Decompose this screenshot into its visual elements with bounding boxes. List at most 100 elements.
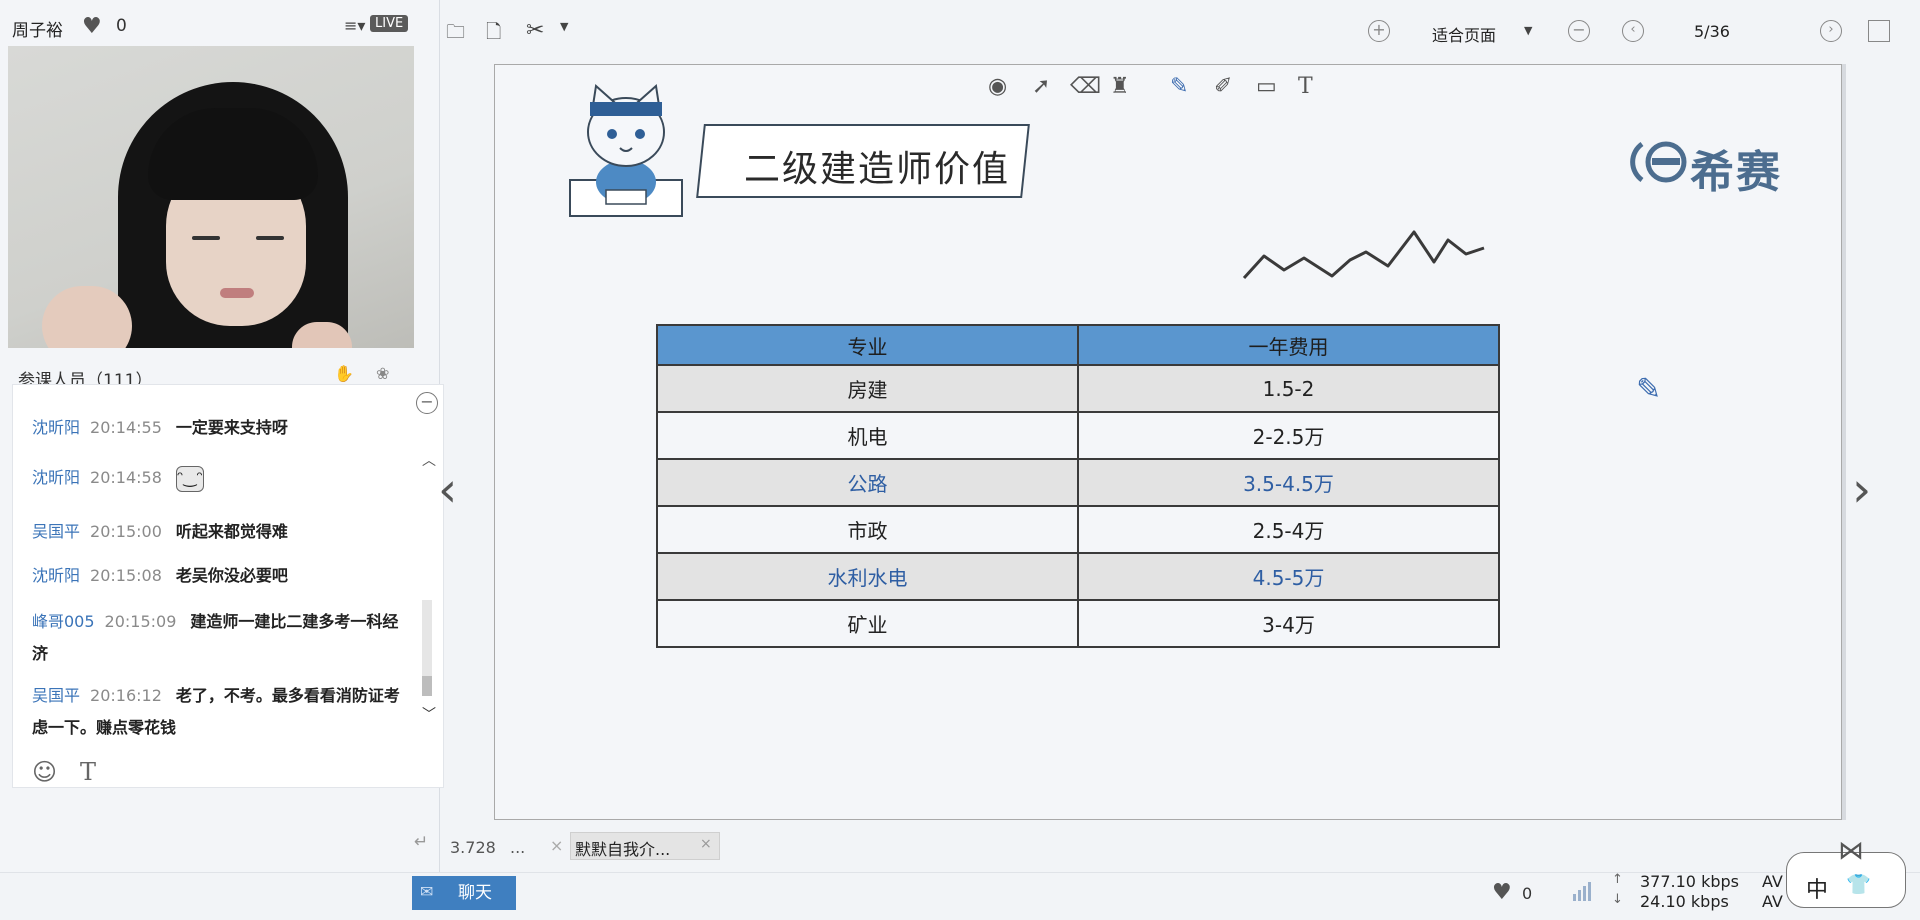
- av-label: AV: [1762, 872, 1783, 891]
- hand-raise-icon[interactable]: ✋: [334, 364, 354, 383]
- fee-table: 专业 一年费用 房建 1.5-2 机电 2-2.5万 公路 3.5-4.5万 市…: [656, 324, 1500, 648]
- fit-page-select[interactable]: 适合页面: [1432, 22, 1496, 46]
- file-icon[interactable]: 🗋: [486, 18, 501, 50]
- chat-message: 沈昕阳 20:14:58 ᵔ‿ᵔ: [32, 462, 412, 494]
- zoom-in-icon[interactable]: +: [1368, 20, 1390, 42]
- close-icon[interactable]: ×: [700, 836, 712, 852]
- pen-scribble: [1242, 230, 1485, 280]
- chat-user[interactable]: 峰哥005: [32, 612, 95, 631]
- smiley-icon[interactable]: ☺: [32, 758, 57, 786]
- chat-user[interactable]: 吴国平: [32, 522, 80, 541]
- chat-time: 20:15:00: [90, 522, 162, 541]
- scroll-up-icon[interactable]: ︿: [422, 450, 436, 470]
- chat-time: 20:14:55: [90, 418, 162, 437]
- chat-user[interactable]: 沈昕阳: [32, 468, 80, 487]
- table-cell: 矿业: [656, 599, 1079, 648]
- chat-time: 20:15:08: [90, 566, 162, 585]
- table-row: 房建 1.5-2: [656, 364, 1500, 413]
- chat-time: 20:16:12: [90, 686, 162, 705]
- status-bar: [0, 872, 1920, 920]
- chat-text: 听起来都觉得难: [175, 522, 288, 541]
- cat-mascot-logo: [569, 84, 683, 217]
- table-cell: 2-2.5万: [1077, 411, 1500, 460]
- zoom-out-icon[interactable]: −: [1568, 20, 1590, 42]
- host-name: 周子裕: [12, 21, 63, 41]
- table-cell: 2.5-4万: [1077, 505, 1500, 554]
- brand-name: 希赛: [1690, 147, 1782, 198]
- chat-message: 沈昕阳 20:14:55 一定要来支持呀: [32, 412, 412, 444]
- text-tool-icon[interactable]: T: [1298, 74, 1313, 99]
- table-cell: 水利水电: [656, 552, 1079, 601]
- av-label: AV: [1762, 892, 1783, 911]
- table-header-row: 专业 一年费用: [656, 324, 1500, 366]
- table-row: 公路 3.5-4.5万: [656, 458, 1500, 507]
- scroll-down-icon[interactable]: ﹀: [422, 704, 436, 724]
- chat-message: 吴国平 20:16:12 老了，不考。最多看看消防证考虑一下。赚点零花钱: [32, 680, 412, 744]
- bow-icon: ⋈: [1838, 836, 1864, 866]
- slide-scrollbar[interactable]: [1842, 64, 1846, 820]
- heart-icon[interactable]: ♥: [1492, 880, 1512, 905]
- chat-time: 20:15:09: [104, 612, 177, 631]
- table-cell: 公路: [656, 458, 1079, 507]
- page-indicator: 5/36: [1694, 22, 1730, 41]
- highlighter-icon[interactable]: ✐: [1214, 74, 1232, 99]
- tab-default-intro[interactable]: 默默自我介...: [570, 832, 720, 860]
- like-count: 0: [1522, 884, 1533, 903]
- chat-message: 吴国平 20:15:00 听起来都觉得难: [32, 516, 412, 548]
- ime-language-toggle[interactable]: 中: [1806, 872, 1828, 904]
- table-row: 市政 2.5-4万: [656, 505, 1500, 554]
- folder-icon[interactable]: 🗀: [446, 18, 465, 50]
- laser-pointer-icon[interactable]: ◉: [988, 74, 1007, 99]
- host-bar: 周子裕 ♥ 0 ≡▾ LIVE: [0, 0, 440, 46]
- chat-text: 老吴你没必要吧: [175, 566, 288, 585]
- chat-user[interactable]: 吴国平: [32, 686, 80, 705]
- text-format-icon[interactable]: T: [80, 758, 96, 786]
- brand-logo-icon: [1630, 141, 1687, 183]
- prev-slide-arrow-icon[interactable]: ‹: [438, 462, 457, 518]
- chat-user[interactable]: 沈昕阳: [32, 566, 80, 585]
- upload-arrow-icon: ↑: [1612, 872, 1623, 887]
- pen-cursor-icon: ✎: [1636, 372, 1662, 407]
- chevron-down-icon[interactable]: ▼: [560, 20, 568, 33]
- annotation-toolbar: ◉ ➚ ⌫ ♜ ✎ ✐ ▭ T: [970, 70, 1390, 106]
- table-row: 矿业 3-4万: [656, 599, 1500, 648]
- table-cell: 1.5-2: [1077, 364, 1500, 413]
- table-cell: 3-4万: [1077, 599, 1500, 648]
- eraser-icon[interactable]: ⌫: [1070, 74, 1101, 99]
- heart-icon[interactable]: ♥: [82, 14, 102, 39]
- next-page-icon[interactable]: ›: [1820, 20, 1842, 42]
- chat-text: 老了，不考。最多看看消防证考虑一下。赚点零花钱: [32, 686, 400, 737]
- pen-icon[interactable]: ✎: [1170, 74, 1188, 99]
- menu-icon[interactable]: ≡▾: [344, 16, 365, 35]
- scissors-icon[interactable]: ✂: [526, 18, 544, 43]
- prev-page-icon[interactable]: ‹: [1622, 20, 1644, 42]
- chevron-down-icon[interactable]: ▼: [1524, 24, 1532, 37]
- chat-time: 20:14:58: [90, 468, 162, 487]
- collapse-chat-icon[interactable]: −: [416, 392, 438, 414]
- skin-shirt-icon[interactable]: 👕: [1846, 872, 1871, 896]
- clear-icon[interactable]: ♜: [1110, 74, 1130, 99]
- next-slide-arrow-icon[interactable]: ›: [1852, 462, 1871, 518]
- send-icon[interactable]: ↵: [414, 832, 428, 852]
- table-cell: 4.5-5万: [1077, 552, 1500, 601]
- table-cell: 3.5-4.5万: [1077, 458, 1500, 507]
- bottom-number: 3.728: [450, 838, 496, 857]
- chat-user[interactable]: 沈昕阳: [32, 418, 80, 437]
- download-rate: 24.10 kbps: [1640, 892, 1729, 911]
- close-icon[interactable]: ×: [550, 836, 563, 855]
- pointer-icon[interactable]: ➚: [1032, 74, 1050, 99]
- live-badge: LIVE: [370, 15, 409, 32]
- table-row: 水利水电 4.5-5万: [656, 552, 1500, 601]
- grin-emoji-icon: ᵔ‿ᵔ: [175, 465, 204, 492]
- chat-scroll-thumb[interactable]: [422, 676, 432, 696]
- table-row: 机电 2-2.5万: [656, 411, 1500, 460]
- like-count: 0: [116, 16, 127, 36]
- fullscreen-icon[interactable]: [1868, 20, 1890, 42]
- gift-icon[interactable]: ❀: [376, 364, 389, 383]
- table-cell: 市政: [656, 505, 1079, 554]
- rectangle-icon[interactable]: ▭: [1256, 74, 1277, 99]
- bottom-ellipsis: ...: [510, 838, 526, 857]
- download-arrow-icon: ↓: [1612, 892, 1623, 907]
- host-video: [8, 46, 414, 348]
- table-cell: 房建: [656, 364, 1079, 413]
